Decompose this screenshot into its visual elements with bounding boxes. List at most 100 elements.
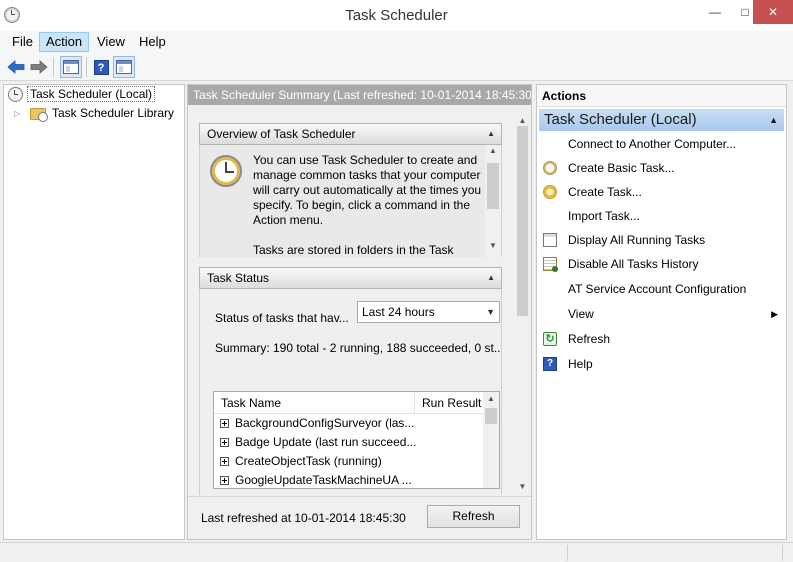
task-name: Badge Update (last run succeed... [235,435,417,449]
scroll-down-icon[interactable]: ▼ [514,482,531,491]
overview-section-header[interactable]: Overview of Task Scheduler ▲ [199,123,502,145]
help-button[interactable]: ? [90,56,112,78]
table-row[interactable]: GoogleUpdateTaskMachineUA ... [220,471,480,488]
tree-item-task-scheduler-library[interactable]: ▷ Task Scheduler Library [14,104,174,122]
overview-section-body: You can use Task Scheduler to create and… [199,145,502,257]
action-connect-to-another-computer[interactable]: Connect to Another Computer... [541,133,784,155]
status-bar-separator [567,545,568,561]
column-header-run-result[interactable]: Run Result [414,392,483,414]
expand-plus-icon[interactable] [220,476,229,486]
action-create-task[interactable]: Create Task... [541,181,784,203]
action-label: View [568,307,594,321]
action-label: Connect to Another Computer... [568,137,737,151]
forward-button[interactable] [28,56,50,78]
task-table-scrollbar[interactable]: ▲ [483,392,499,488]
overview-text: You can use Task Scheduler to create and… [253,153,483,257]
tasks-history-icon [543,257,558,272]
arrow-left-icon [7,60,25,74]
table-row[interactable]: Badge Update (last run succeed... [220,433,480,452]
toolbar-separator [53,57,54,77]
actions-title: Actions [537,85,786,107]
create-task-icon [543,185,557,199]
table-row[interactable]: BackgroundConfigSurveyor (las... [220,414,480,433]
collapse-icon[interactable]: ▲ [487,124,495,144]
task-name: CreateObjectTask (running) [235,454,382,468]
action-refresh[interactable]: ↻ Refresh [541,328,784,350]
actions-pane: Actions Task Scheduler (Local) ▲ Connect… [536,84,787,540]
action-create-basic-task[interactable]: Create Basic Task... [541,157,784,179]
scroll-thumb[interactable] [487,163,499,209]
actions-group-title: Task Scheduler (Local) [544,111,697,128]
show-hide-action-pane-button[interactable] [113,56,135,78]
task-name: BackgroundConfigSurveyor (las... [235,416,415,430]
tree-item-task-scheduler-local[interactable]: Task Scheduler (Local) [8,85,156,103]
action-label: Help [568,357,593,371]
action-label: Create Basic Task... [568,161,675,175]
running-tasks-icon [543,233,557,247]
action-at-service-account-configuration[interactable]: AT Service Account Configuration [541,278,784,300]
action-label: Disable All Tasks History [568,257,699,271]
action-disable-all-tasks-history[interactable]: Disable All Tasks History [541,253,784,275]
action-label: Display All Running Tasks [568,233,706,247]
action-display-all-running-tasks[interactable]: Display All Running Tasks [541,229,784,251]
chevron-down-icon: ▼ [486,307,495,317]
status-bar-separator [782,545,783,561]
action-label: Create Task... [568,185,642,199]
actions-group-header[interactable]: Task Scheduler (Local) ▲ [539,109,784,131]
collapse-icon[interactable]: ▲ [769,109,778,131]
scroll-thumb[interactable] [517,126,528,316]
overview-paragraph: Tasks are stored in folders in the Task [253,243,454,257]
column-header-task-name[interactable]: Task Name [214,392,414,414]
toolbar: ? [0,53,793,81]
menu-file[interactable]: File [6,32,39,52]
table-row[interactable]: CreateObjectTask (running) [220,452,480,471]
scroll-up-icon[interactable]: ▲ [483,394,499,403]
status-period-select[interactable]: Last 24 hours ▼ [357,301,500,323]
back-button[interactable] [5,56,27,78]
collapse-icon[interactable]: ▲ [487,268,495,288]
task-summary-text: Summary: 190 total - 2 running, 188 succ… [215,341,500,355]
tree-item-label: Task Scheduler (Local) [27,86,156,102]
action-import-task[interactable]: Import Task... [541,205,784,227]
scroll-up-icon[interactable]: ▲ [485,146,501,155]
action-label: Refresh [568,332,611,346]
toolbar-separator [86,57,87,77]
arrow-right-icon [30,60,48,74]
expand-plus-icon[interactable] [220,438,229,448]
status-bar [0,542,793,562]
expand-plus-icon[interactable] [220,419,229,429]
minimize-button[interactable]: — [700,0,730,24]
action-pane-icon [116,60,132,74]
task-status-section-header[interactable]: Task Status ▲ [199,267,502,289]
summary-pane: Task Scheduler Summary (Last refreshed: … [187,84,532,540]
summary-header: Task Scheduler Summary (Last refreshed: … [188,85,531,105]
expand-icon[interactable]: ▷ [14,105,24,123]
submenu-arrow-icon: ▶ [771,309,778,319]
expand-plus-icon[interactable] [220,457,229,467]
scroll-down-icon[interactable]: ▼ [485,241,501,250]
refresh-icon: ↻ [543,332,557,346]
show-hide-console-tree-button[interactable] [60,56,82,78]
task-name: GoogleUpdateTaskMachineUA ... [235,473,412,487]
scroll-up-icon[interactable]: ▲ [514,116,531,125]
window-title: Task Scheduler [345,7,448,24]
menu-help[interactable]: Help [133,32,172,52]
last-refreshed-text: Last refreshed at 10-01-2014 18:45:30 [201,511,406,525]
clock-icon [8,87,23,103]
refresh-button[interactable]: Refresh [427,505,520,528]
menu-view[interactable]: View [91,32,131,52]
action-view[interactable]: View ▶ [541,303,784,325]
action-help[interactable]: ? Help [541,353,784,375]
task-status-section-body: Status of tasks that hav... Last 24 hour… [199,289,502,495]
close-button[interactable]: ✕ [753,0,793,24]
overview-section-title: Overview of Task Scheduler [207,127,356,141]
summary-scrollbar[interactable]: ▲ ▼ [514,114,531,494]
help-icon: ? [93,59,109,75]
overview-scrollbar[interactable]: ▲ ▼ [485,145,501,257]
menu-action[interactable]: Action [39,32,90,52]
task-status-table: Task Name Run Result BackgroundConfigSur… [213,391,500,489]
task-status-section-title: Task Status [207,271,270,285]
status-period-label: Status of tasks that hav... [215,311,349,325]
scroll-thumb[interactable] [485,408,497,424]
overview-paragraph: You can use Task Scheduler to create and… [253,153,482,227]
